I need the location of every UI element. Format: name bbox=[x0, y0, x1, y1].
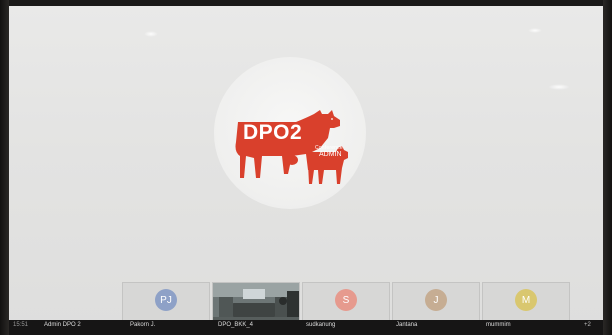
logo-subtext-admin: ADMIN bbox=[319, 151, 342, 158]
participant-name: DPO_BKK_4 bbox=[218, 322, 254, 328]
participant-name: Jantana bbox=[396, 322, 418, 328]
participant-name: sudkanung bbox=[306, 322, 336, 328]
left-bezel bbox=[0, 0, 9, 335]
participant-initial-avatar: M bbox=[515, 289, 537, 311]
right-bezel bbox=[603, 0, 612, 335]
participant-initial-avatar: PJ bbox=[155, 289, 177, 311]
screen-glare bbox=[548, 84, 570, 90]
participant-initial-avatar: S bbox=[335, 289, 357, 311]
screen-glare bbox=[144, 31, 158, 37]
meeting-timer: 15:51 bbox=[13, 322, 29, 328]
participant-name: mummim bbox=[486, 322, 511, 328]
active-speaker-name: Admin DPO 2 bbox=[44, 322, 81, 328]
screen-glare bbox=[528, 28, 542, 33]
participant-name: Pakorn J. bbox=[130, 322, 156, 328]
more-participants-count[interactable]: +2 bbox=[584, 322, 591, 328]
logo-text: DPO2 bbox=[243, 121, 303, 144]
participant-initial-avatar: J bbox=[425, 289, 447, 311]
